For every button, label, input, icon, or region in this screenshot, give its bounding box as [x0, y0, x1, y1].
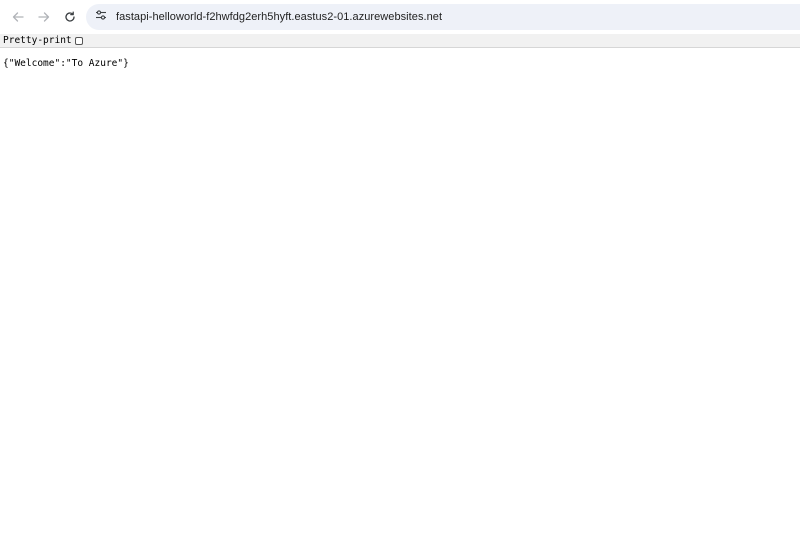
- reload-icon: [63, 10, 77, 24]
- arrow-left-icon: [11, 10, 25, 24]
- forward-button[interactable]: [31, 4, 57, 30]
- pretty-print-checkbox[interactable]: [74, 36, 83, 45]
- back-button[interactable]: [5, 4, 31, 30]
- reload-button[interactable]: [57, 4, 83, 30]
- url-text[interactable]: fastapi-helloworld-f2hwfdg2erh5hyft.east…: [116, 11, 442, 23]
- json-viewer-bar: Pretty-print: [0, 34, 800, 48]
- tune-icon: [95, 8, 107, 26]
- arrow-right-icon: [37, 10, 51, 24]
- site-info-button[interactable]: [90, 6, 112, 28]
- pretty-print-label[interactable]: Pretty-print: [3, 35, 72, 47]
- address-bar[interactable]: fastapi-helloworld-f2hwfdg2erh5hyft.east…: [86, 4, 800, 30]
- browser-toolbar: fastapi-helloworld-f2hwfdg2erh5hyft.east…: [0, 0, 800, 34]
- json-content: {"Welcome":"To Azure"}: [3, 58, 129, 69]
